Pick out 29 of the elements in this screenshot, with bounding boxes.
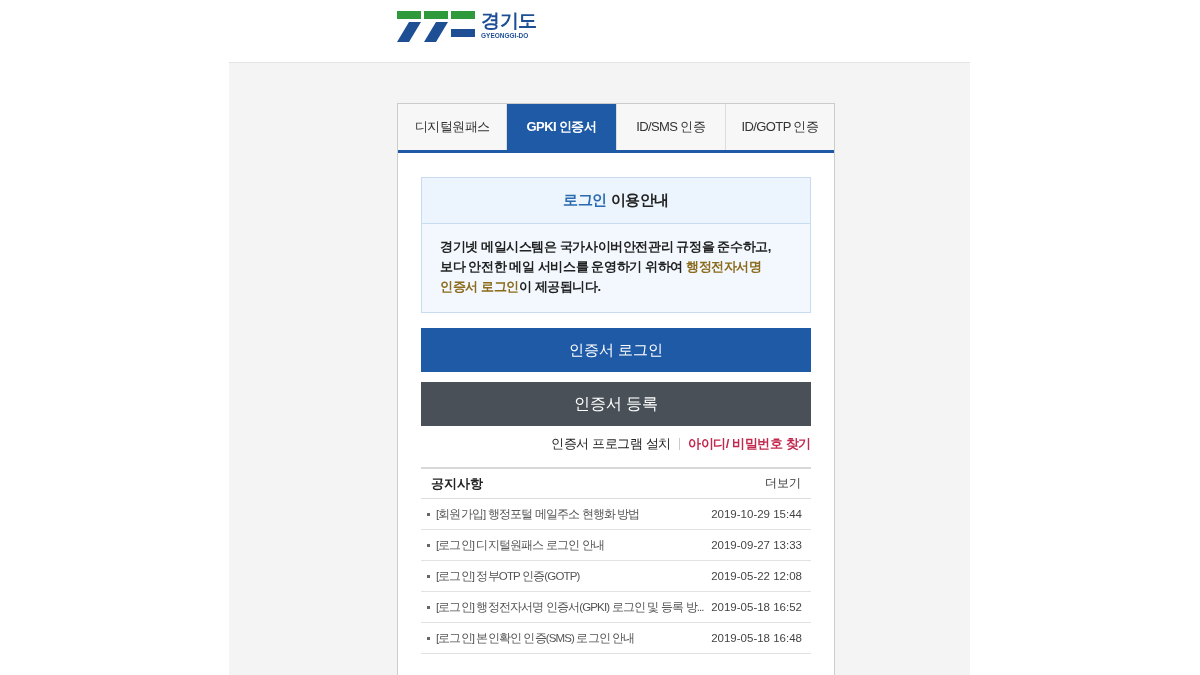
certificate-register-button[interactable]: 인증서 등록 xyxy=(421,382,811,426)
login-tab[interactable]: GPKI 인증서 xyxy=(507,104,617,150)
notice-heading: 공지사항 xyxy=(431,474,483,493)
login-tab[interactable]: 디지털원패스 xyxy=(398,104,508,150)
bullet-icon xyxy=(427,512,430,516)
login-tab[interactable]: ID/GOTP 인증 xyxy=(725,104,834,150)
notice-link[interactable]: [로그인] 행정전자서명 인증서(GPKI) 로그인 및 등록 방... xyxy=(436,599,704,615)
text-link[interactable]: 아이디/ 비밀번호 찾기 xyxy=(687,435,811,453)
logo-icon xyxy=(397,11,475,42)
notice-date: 2019-05-18 16:52 xyxy=(710,601,802,613)
certificate-login-button[interactable]: 인증서 로그인 xyxy=(421,328,811,372)
notice-date: 2019-05-22 12:08 xyxy=(710,570,802,582)
notice-link[interactable]: [로그인] 디지털원패스 로그인 안내 xyxy=(436,537,604,553)
info-text: 경기넷 메일시스템은 국가사이버안전관리 규정을 준수하고, 보다 안전한 메일 서비스를 운영하기 위하여 행정전자서명 인증서 로그인이 제공됩니다. xyxy=(440,238,773,296)
notice-link[interactable]: [로그인] 정부OTP 인증(GOTP) xyxy=(436,568,580,584)
login-tab[interactable]: ID/SMS 인증 xyxy=(616,104,726,150)
info-title: 로그인 이용안내 xyxy=(563,191,669,210)
notice-link[interactable]: [로그인] 본인확인 인증(SMS) 로그인 안내 xyxy=(436,630,635,646)
notice-date: 2019-09-27 13:33 xyxy=(710,539,802,551)
bullet-icon xyxy=(427,574,430,578)
notice-date: 2019-10-29 15:44 xyxy=(710,508,802,520)
logo-title: 경기도 xyxy=(481,11,537,31)
more-link[interactable]: 더보기 xyxy=(765,475,801,492)
bullet-icon xyxy=(427,636,430,640)
bullet-icon xyxy=(427,543,430,547)
notice-link[interactable]: [회원가입] 행정포털 메일주소 현행화 방법 xyxy=(436,506,640,522)
text-link[interactable]: 인증서 프로그램 설치 xyxy=(551,435,671,453)
notice-date: 2019-05-18 16:48 xyxy=(710,632,802,644)
bullet-icon xyxy=(427,605,430,609)
